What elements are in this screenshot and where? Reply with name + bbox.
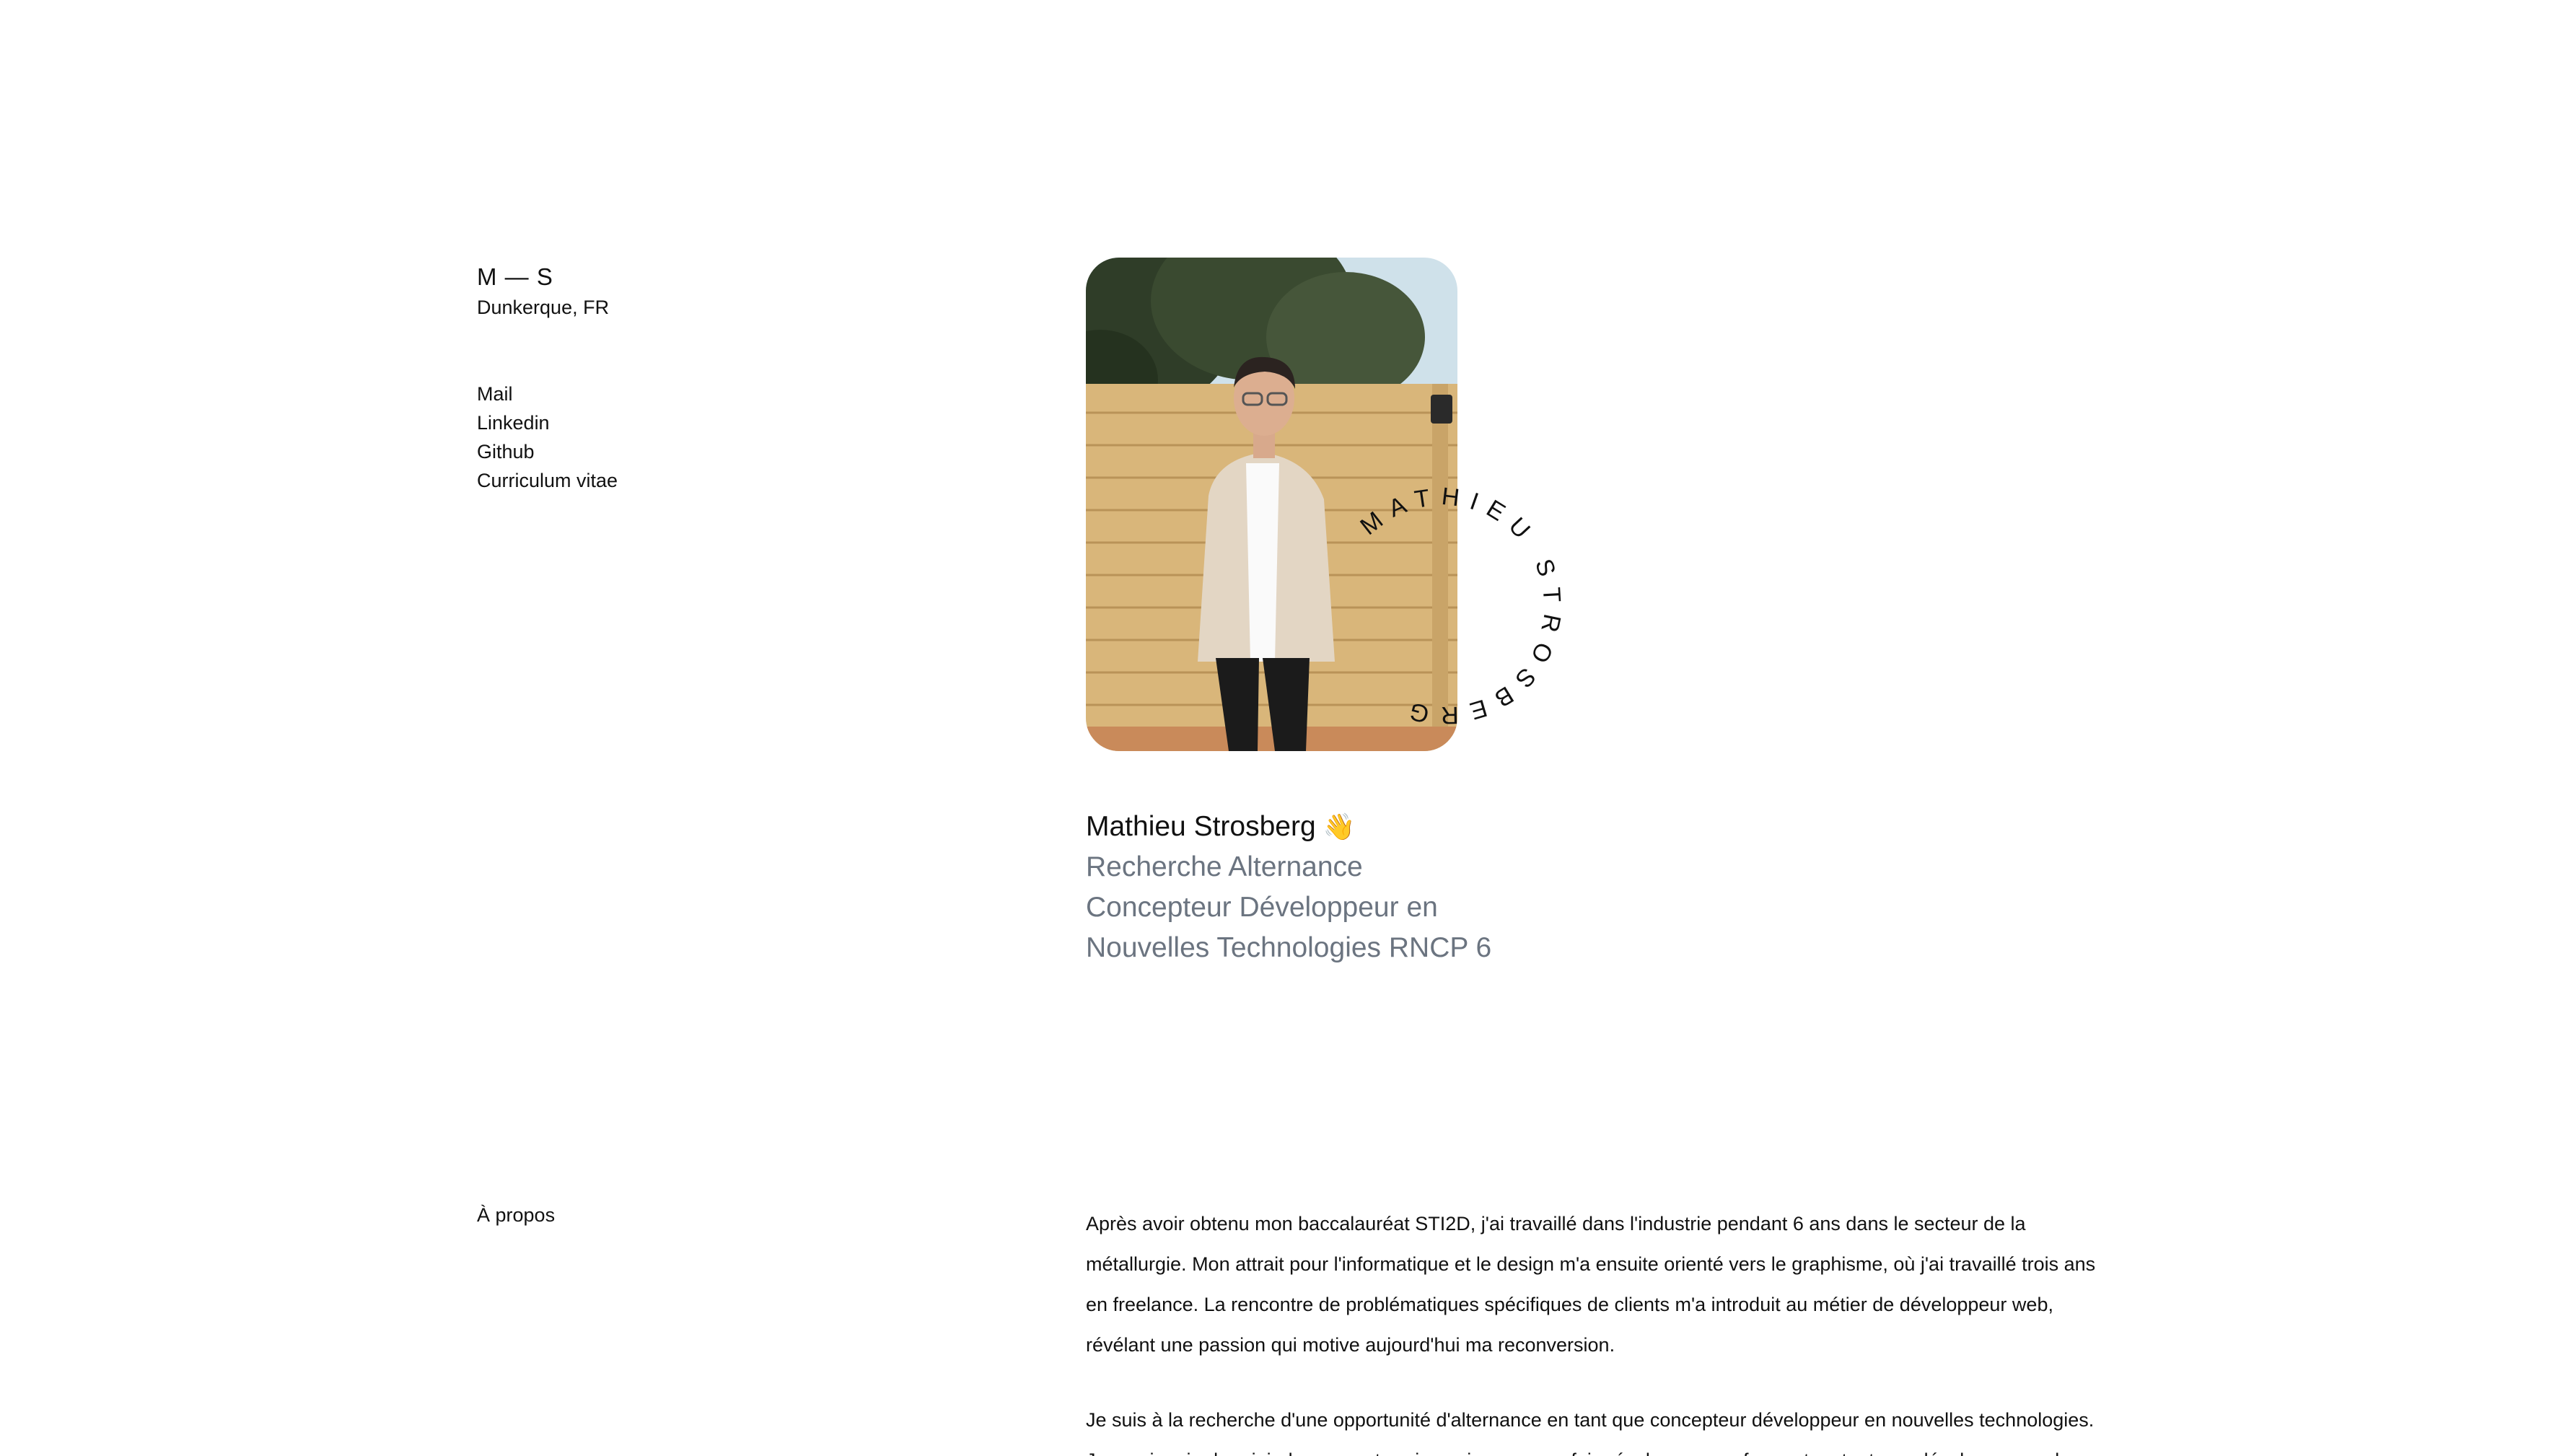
subtitle-line-2: Concepteur Développeur en (1086, 892, 1438, 923)
intro-name: Mathieu Strosberg 👋 (1086, 807, 1533, 847)
circle-name-text: MATHIEU STROSBERG (1355, 483, 1566, 729)
about-paragraph-2: Je suis à la recherche d'une opportunité… (1086, 1409, 2095, 1456)
subtitle-line-1: Recherche Alternance (1086, 851, 1363, 882)
location-text: Dunkerque, FR (477, 297, 610, 318)
cv-link[interactable]: Curriculum vitae (477, 466, 618, 495)
about-paragraph-1: Après avoir obtenu mon baccalauréat STI2… (1086, 1213, 2096, 1356)
about-label: À propos (477, 1204, 556, 1226)
linkedin-link[interactable]: Linkedin (477, 408, 618, 437)
about-text: Après avoir obtenu mon baccalauréat STI2… (1086, 1203, 2096, 1456)
contact-links: Mail Linkedin Github Curriculum vitae (477, 380, 618, 495)
wave-icon: 👋 (1323, 812, 1356, 841)
mail-link[interactable]: Mail (477, 380, 618, 408)
portfolio-page: M — S Dunkerque, FR Mail Linkedin Github… (0, 0, 2557, 1456)
left-column: M — S Dunkerque, FR Mail Linkedin Github… (477, 261, 618, 495)
name-circle-badge: MATHIEU STROSBERG (1355, 483, 1566, 729)
intro-block: Mathieu Strosberg 👋 Recherche Alternance … (1086, 807, 1533, 968)
github-link[interactable]: Github (477, 437, 618, 466)
brand-mark[interactable]: M — S (477, 261, 618, 293)
name-text: Mathieu Strosberg (1086, 811, 1316, 842)
subtitle-line-3: Nouvelles Technologies RNCP 6 (1086, 932, 1492, 963)
